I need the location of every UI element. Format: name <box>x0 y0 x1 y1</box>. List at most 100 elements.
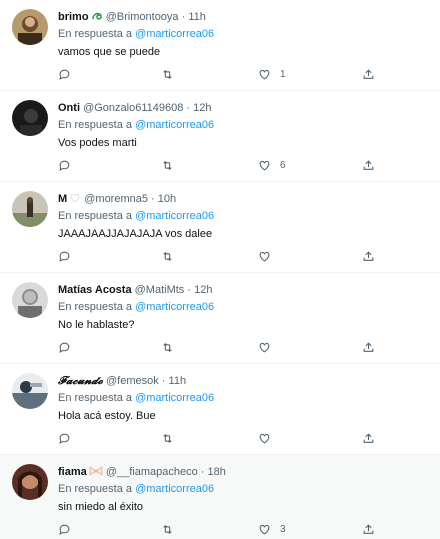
mention-link[interactable]: @marticorrea06 <box>135 28 214 40</box>
retweet-icon <box>161 68 174 81</box>
avatar[interactable] <box>12 9 48 45</box>
timestamp[interactable]: 11h <box>188 11 206 23</box>
reply-prefix: En respuesta a <box>58 119 132 131</box>
reply-icon <box>58 523 71 536</box>
reply-tweet[interactable]: brimo @Brimontooya · 11h En respuesta a … <box>0 0 440 91</box>
user-handle[interactable]: @Gonzalo61149608 <box>83 102 183 114</box>
display-name[interactable]: M <box>58 193 67 205</box>
heart-icon <box>258 432 271 445</box>
reply-tweet[interactable]: fiama @__fiamapacheco · 18h En respuesta… <box>0 455 440 539</box>
share-icon <box>362 523 375 536</box>
separator-dot: · <box>186 102 191 114</box>
reply-context: En respuesta a @marticorrea06 <box>58 300 214 314</box>
timestamp[interactable]: 12h <box>194 284 212 296</box>
retweet-icon <box>161 250 174 263</box>
share-button[interactable] <box>362 339 375 355</box>
mention-link[interactable]: @marticorrea06 <box>135 210 214 222</box>
reply-tweet[interactable]: 𝓕𝓪𝓬𝓾𝓷𝓭𝓸 @femesok · 11h En respuesta a @m… <box>0 364 440 455</box>
like-button[interactable]: 3 <box>258 521 286 537</box>
display-name[interactable]: Matías Acosta <box>58 284 132 296</box>
display-name[interactable]: Onti <box>58 102 80 114</box>
like-button[interactable] <box>258 430 280 446</box>
share-button[interactable] <box>362 248 375 264</box>
tweet-actions: 6 <box>58 157 428 173</box>
like-button[interactable]: 1 <box>258 66 286 82</box>
tweet-text: No le hablaste? <box>58 319 135 331</box>
avatar[interactable] <box>12 282 48 318</box>
avatar[interactable] <box>12 373 48 409</box>
mention-link[interactable]: @marticorrea06 <box>135 301 214 313</box>
reply-tweet[interactable]: Onti @Gonzalo61149608 · 12h En respuesta… <box>0 91 440 182</box>
reply-button[interactable] <box>58 66 71 82</box>
mention-link[interactable]: @marticorrea06 <box>135 483 214 495</box>
separator-dot: · <box>181 11 186 23</box>
reply-prefix: En respuesta a <box>58 210 132 222</box>
tweet-text: sin miedo al éxito <box>58 501 143 513</box>
share-button[interactable] <box>362 521 375 537</box>
heart-icon <box>258 523 271 536</box>
heart-icon <box>258 250 271 263</box>
reply-button[interactable] <box>58 248 71 264</box>
ribbon-emoji-icon <box>89 465 103 482</box>
timestamp[interactable]: 18h <box>208 466 226 478</box>
avatar[interactable] <box>12 100 48 136</box>
tweet-actions <box>58 339 428 355</box>
mention-link[interactable]: @marticorrea06 <box>135 119 214 131</box>
retweet-icon <box>161 159 174 172</box>
share-icon <box>362 250 375 263</box>
user-handle[interactable]: @Brimontooya <box>106 11 179 23</box>
share-button[interactable] <box>362 66 375 82</box>
white-heart-emoji-icon <box>69 192 81 209</box>
retweet-icon <box>161 432 174 445</box>
retweet-button[interactable] <box>161 66 174 82</box>
reply-icon <box>58 68 71 81</box>
heart-icon <box>258 341 271 354</box>
retweet-button[interactable] <box>161 157 174 173</box>
tweet-text: JAAAJAAJJAJAJAJA vos dalee <box>58 228 213 240</box>
retweet-icon <box>161 523 174 536</box>
timestamp[interactable]: 11h <box>169 375 187 387</box>
separator-dot: · <box>200 466 205 478</box>
like-button[interactable] <box>258 339 280 355</box>
reply-context: En respuesta a @marticorrea06 <box>58 118 214 132</box>
timestamp[interactable]: 12h <box>193 102 211 114</box>
avatar[interactable] <box>12 464 48 500</box>
display-name[interactable]: 𝓕𝓪𝓬𝓾𝓷𝓭𝓸 <box>58 374 103 387</box>
share-icon <box>362 432 375 445</box>
mention-link[interactable]: @marticorrea06 <box>135 392 214 404</box>
user-handle[interactable]: @femesok <box>106 375 159 387</box>
share-button[interactable] <box>362 157 375 173</box>
share-icon <box>362 68 375 81</box>
user-handle[interactable]: @__fiamapacheco <box>106 466 198 478</box>
user-handle[interactable]: @MatiMts <box>135 284 185 296</box>
reply-button[interactable] <box>58 430 71 446</box>
reply-prefix: En respuesta a <box>58 301 132 313</box>
like-button[interactable]: 6 <box>258 157 286 173</box>
retweet-button[interactable] <box>161 339 174 355</box>
reply-icon <box>58 432 71 445</box>
timestamp[interactable]: 10h <box>158 193 176 205</box>
reply-button[interactable] <box>58 157 71 173</box>
retweet-button[interactable] <box>161 430 174 446</box>
avatar[interactable] <box>12 191 48 227</box>
share-button[interactable] <box>362 430 375 446</box>
like-button[interactable] <box>258 248 280 264</box>
reply-tweet[interactable]: M @moremna5 · 10h En respuesta a @martic… <box>0 182 440 273</box>
separator-dot: · <box>187 284 192 296</box>
display-name[interactable]: fiama <box>58 466 87 478</box>
retweet-button[interactable] <box>161 248 174 264</box>
reply-tweet[interactable]: Matías Acosta @MatiMts · 12h En respuest… <box>0 273 440 364</box>
reply-context: En respuesta a @marticorrea06 <box>58 27 214 41</box>
like-count: 3 <box>280 523 286 535</box>
reply-button[interactable] <box>58 521 71 537</box>
display-name[interactable]: brimo <box>58 11 89 23</box>
green-swirl-emoji-icon <box>91 10 103 27</box>
share-icon <box>362 159 375 172</box>
tweet-actions <box>58 248 428 264</box>
retweet-button[interactable] <box>161 521 174 537</box>
reply-icon <box>58 341 71 354</box>
like-count: 6 <box>280 159 286 171</box>
tweet-text: Hola acá estoy. Bue <box>58 410 156 422</box>
reply-button[interactable] <box>58 339 71 355</box>
user-handle[interactable]: @moremna5 <box>84 193 148 205</box>
